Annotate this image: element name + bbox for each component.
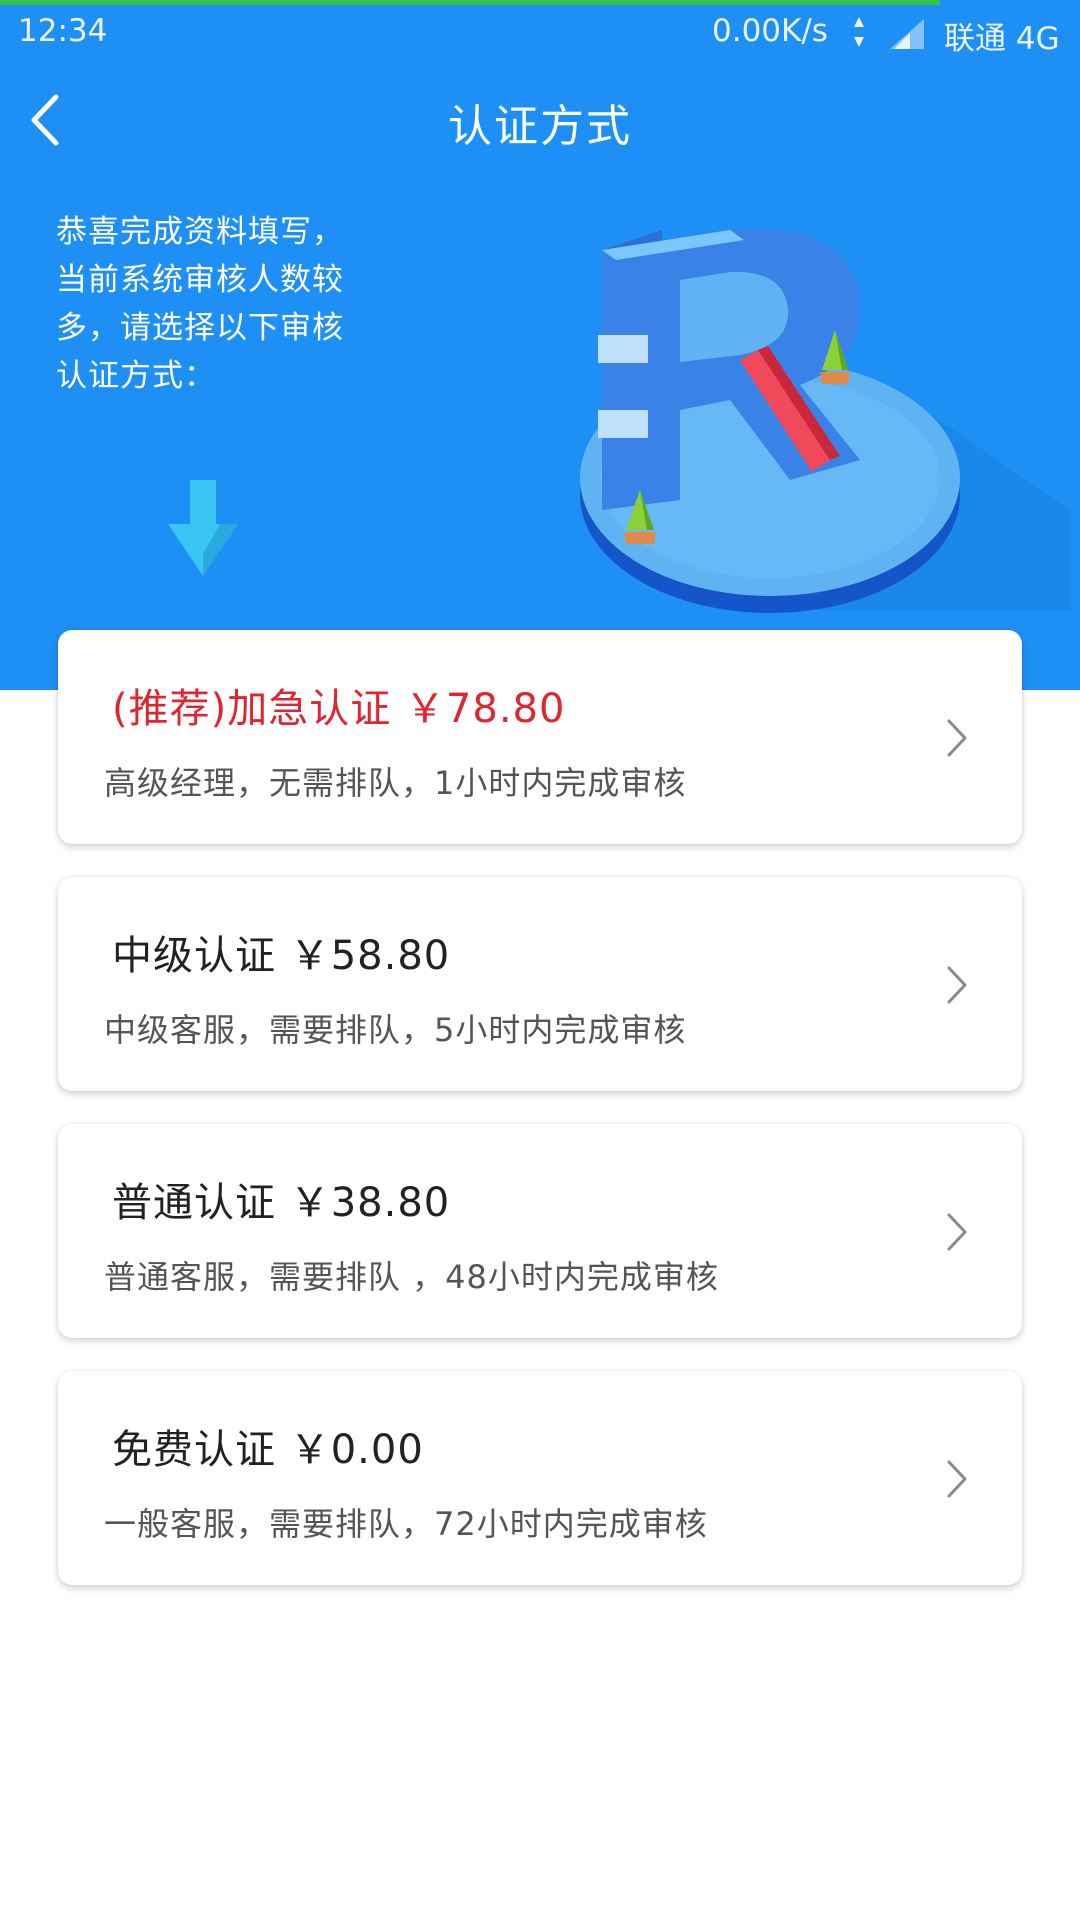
option-card-express[interactable]: (推荐)加急认证 ￥78.80 高级经理，无需排队，1小时内完成审核 <box>58 630 1022 844</box>
option-title: 中级认证 ￥58.80 <box>112 933 451 979</box>
verification-illustration <box>580 228 1070 613</box>
status-time: 12:34 <box>18 13 108 49</box>
status-net-speed: 0.00K/s <box>712 13 828 49</box>
option-card-standard[interactable]: 普通认证 ￥38.80 普通客服，需要排队 ，48小时内完成审核 <box>58 1124 1022 1338</box>
signal-icon <box>890 19 924 49</box>
page-title: 认证方式 <box>448 101 632 152</box>
chevron-right-icon <box>947 966 967 1004</box>
option-title: 免费认证 ￥0.00 <box>112 1427 424 1473</box>
chevron-right-icon <box>947 719 967 757</box>
option-title: (推荐)加急认证 ￥78.80 <box>112 686 566 732</box>
intro-text: 恭喜完成资料填写，当前系统审核人数较多，请选择以下审核认证方式： <box>56 214 344 394</box>
title-bar: 认证方式 <box>0 60 1080 180</box>
chevron-right-icon <box>947 1460 967 1498</box>
page: 12:34 0.00K/s 联通 4G 认证方式 恭喜完成资料填写，当前系统审核… <box>0 0 1080 1920</box>
option-description: 高级经理，无需排队，1小时内完成审核 <box>104 764 687 802</box>
status-bar: 12:34 0.00K/s 联通 4G <box>0 5 1080 60</box>
data-arrows-icon <box>854 17 864 47</box>
option-card-intermediate[interactable]: 中级认证 ￥58.80 中级客服，需要排队，5小时内完成审核 <box>58 877 1022 1091</box>
status-carrier: 联通 4G <box>944 21 1060 57</box>
chevron-right-icon <box>947 1213 967 1251</box>
option-card-free[interactable]: 免费认证 ￥0.00 一般客服，需要排队，72小时内完成审核 <box>58 1371 1022 1585</box>
arrow-down-icon <box>168 480 238 576</box>
option-description: 中级客服，需要排队，5小时内完成审核 <box>104 1011 687 1049</box>
option-title: 普通认证 ￥38.80 <box>112 1180 451 1226</box>
option-description: 普通客服，需要排队 ，48小时内完成审核 <box>104 1258 719 1296</box>
option-description: 一般客服，需要排队，72小时内完成审核 <box>104 1505 708 1543</box>
